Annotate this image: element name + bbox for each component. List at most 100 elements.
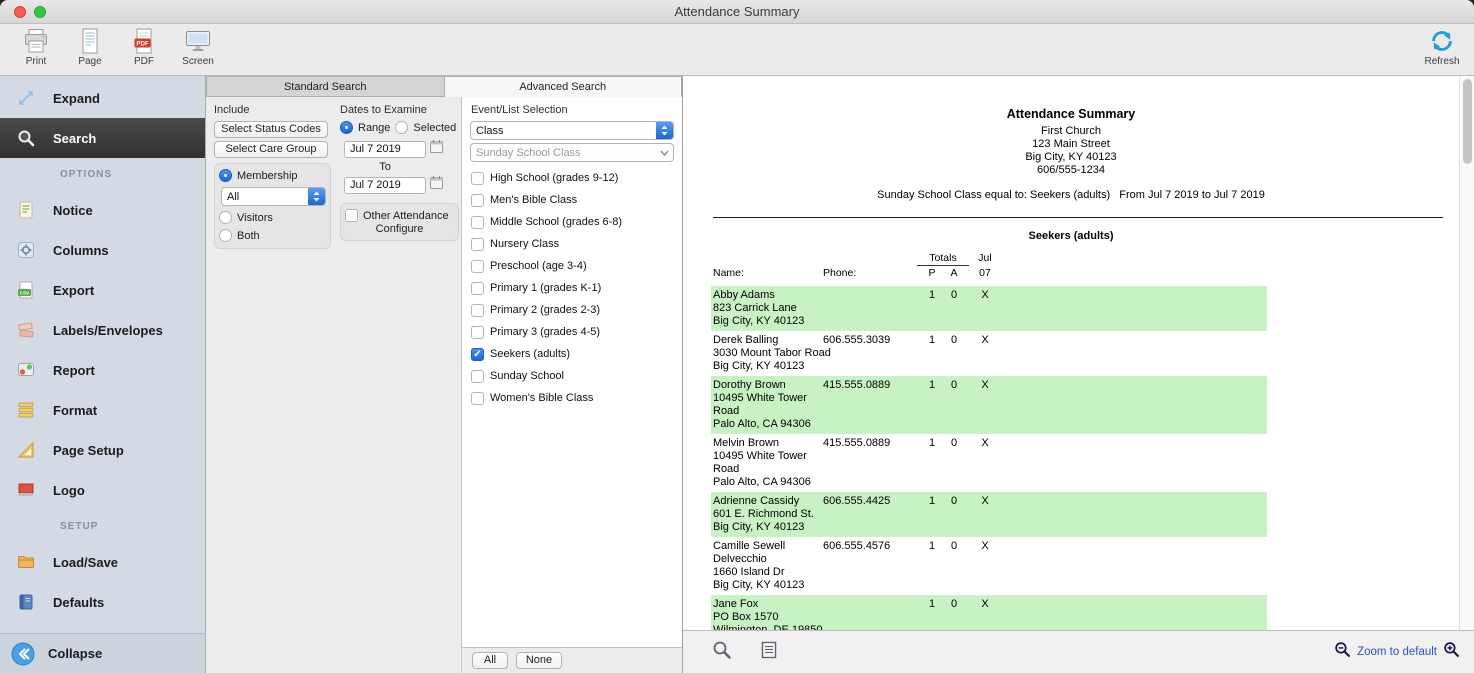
sidebar-item-page-setup[interactable]: Page Setup (0, 430, 205, 470)
refresh-icon (1427, 27, 1457, 55)
tab-standard-search[interactable]: Standard Search (206, 76, 445, 97)
tab-advanced-search[interactable]: Advanced Search (445, 76, 683, 97)
titlebar: Attendance Summary (0, 0, 1474, 24)
row-phone: 415.555.0889 (823, 437, 890, 450)
page-label: Page (78, 56, 101, 67)
row-address: 823 Carrick Lane Big City, KY 40123 (713, 302, 843, 328)
checkbox-icon[interactable] (471, 282, 484, 295)
sidebar-section-setup: SETUP (0, 510, 205, 542)
both-radio[interactable] (219, 229, 232, 242)
row-attendance-mark: X (975, 598, 995, 611)
checkbox-icon[interactable] (471, 260, 484, 273)
row-absent-count: 0 (947, 334, 961, 347)
membership-radio[interactable] (219, 169, 232, 182)
sidebar-item-defaults[interactable]: Defaults (0, 582, 205, 622)
sidebar-item-report[interactable]: Report (0, 350, 205, 390)
checkbox-icon[interactable] (471, 238, 484, 251)
select-status-codes-button[interactable]: Select Status Codes (214, 121, 328, 138)
class-item-primary-1[interactable]: Primary 1 (grades K-1) (469, 277, 675, 299)
report-scrollbar[interactable] (1459, 76, 1474, 630)
col-header-absent: A (947, 267, 961, 279)
zoom-window-button[interactable] (34, 6, 46, 18)
screen-button[interactable]: Screen (176, 27, 220, 67)
row-present-count: 1 (925, 598, 939, 611)
class-item-primary-2[interactable]: Primary 2 (grades 2-3) (469, 299, 675, 321)
select-care-group-button[interactable]: Select Care Group (214, 141, 328, 158)
class-item-seekers[interactable]: Seekers (adults) (469, 343, 675, 365)
sidebar-item-columns[interactable]: Columns (0, 230, 205, 270)
col-header-present: P (925, 267, 939, 279)
select-none-button[interactable]: None (516, 652, 562, 669)
labels-icon (13, 320, 39, 340)
row-attendance-mark: X (975, 437, 995, 450)
org-city: Big City, KY 40123 (683, 151, 1459, 164)
class-item-sunday-school[interactable]: Sunday School (469, 365, 675, 387)
class-item-womens-bible[interactable]: Women's Bible Class (469, 387, 675, 409)
calendar-icon[interactable] (429, 175, 444, 195)
close-button[interactable] (14, 6, 26, 18)
class-item-mens-bible[interactable]: Men's Bible Class (469, 189, 675, 211)
calendar-icon[interactable] (429, 139, 444, 159)
sidebar-item-labels-envelopes[interactable]: Labels/Envelopes (0, 310, 205, 350)
both-radio-row[interactable]: Both (219, 229, 326, 242)
other-attendance-checkbox[interactable] (345, 209, 358, 222)
expand-icon (13, 88, 39, 108)
row-phone: 606.555.4425 (823, 495, 890, 508)
configure-button[interactable]: Configure (345, 223, 454, 235)
sidebar-item-notice[interactable]: Notice (0, 190, 205, 230)
visitors-radio[interactable] (219, 211, 232, 224)
checkbox-icon[interactable] (471, 370, 484, 383)
attendance-row: Jane Fox PO Box 1570 Wilmington, DE 1985… (711, 595, 1267, 630)
scrollbar-thumb[interactable] (1463, 79, 1472, 164)
zoom-out-icon[interactable] (1334, 641, 1351, 663)
range-radio[interactable] (340, 121, 353, 134)
class-item-primary-3[interactable]: Primary 3 (grades 4-5) (469, 321, 675, 343)
print-button[interactable]: Print (14, 27, 58, 67)
window-title: Attendance Summary (0, 0, 1474, 23)
select-all-button[interactable]: All (472, 652, 508, 669)
sidebar-section-options: OPTIONS (0, 158, 205, 190)
checkbox-icon[interactable] (471, 392, 484, 405)
include-label: Include (214, 104, 333, 116)
event-list-section: Event/List Selection Class Sunday School… (461, 97, 682, 673)
report-list-icon[interactable] (759, 640, 779, 665)
membership-radio-row[interactable]: Membership (219, 169, 326, 182)
to-date-field[interactable]: Jul 7 2019 (344, 177, 426, 194)
checkbox-icon[interactable] (471, 326, 484, 339)
selected-radio[interactable] (395, 121, 408, 134)
refresh-button[interactable]: Refresh (1420, 27, 1464, 67)
checkbox-icon[interactable] (471, 172, 484, 185)
zoom-to-default-button[interactable]: Zoom to default (1357, 646, 1437, 658)
checkbox-icon[interactable] (471, 348, 484, 361)
class-item-nursery[interactable]: Nursery Class (469, 233, 675, 255)
sidebar-item-load-save[interactable]: Load/Save (0, 542, 205, 582)
from-date-field[interactable]: Jul 7 2019 (344, 141, 426, 158)
event-filter-select[interactable]: Sunday School Class (470, 143, 674, 162)
event-type-value: Class (471, 125, 656, 137)
row-name: Abby Adams (713, 289, 843, 302)
search-panel: Standard Search Advanced Search Include … (206, 76, 683, 673)
sidebar-item-search[interactable]: Search (0, 118, 205, 158)
sidebar-item-logo[interactable]: Logo (0, 470, 205, 510)
pdf-button[interactable]: PDF PDF (122, 27, 166, 67)
class-item-high-school[interactable]: High School (grades 9-12) (469, 167, 675, 189)
row-address: 1660 Island Dr Big City, KY 40123 (713, 566, 843, 592)
checkbox-icon[interactable] (471, 194, 484, 207)
sidebar-item-export[interactable]: CSV Export (0, 270, 205, 310)
sidebar-item-format[interactable]: Format (0, 390, 205, 430)
event-type-select[interactable]: Class (470, 121, 674, 140)
report-search-icon[interactable] (711, 639, 733, 666)
class-item-preschool[interactable]: Preschool (age 3-4) (469, 255, 675, 277)
class-item-middle-school[interactable]: Middle School (grades 6-8) (469, 211, 675, 233)
membership-type-select[interactable]: All (221, 187, 326, 206)
sidebar-item-collapse[interactable]: Collapse (0, 633, 205, 673)
checkbox-icon[interactable] (471, 216, 484, 229)
sidebar-item-expand[interactable]: Expand (0, 78, 205, 118)
zoom-in-icon[interactable] (1443, 641, 1460, 663)
checkbox-icon[interactable] (471, 304, 484, 317)
page-button[interactable]: Page (68, 27, 112, 67)
col-header-name: Name: (713, 267, 744, 279)
visitors-radio-row[interactable]: Visitors (219, 211, 326, 224)
chevron-updown-icon (656, 122, 673, 139)
report-criteria: Sunday School Class equal to: Seekers (a… (683, 189, 1459, 201)
